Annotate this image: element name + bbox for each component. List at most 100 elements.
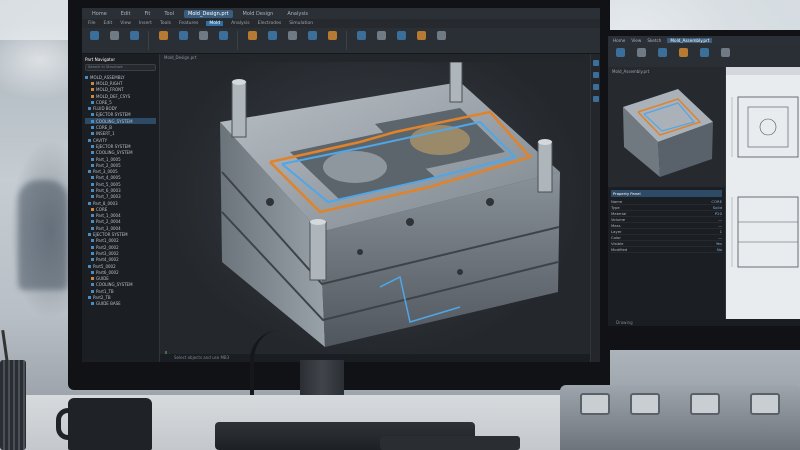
part-icon <box>88 170 91 174</box>
3d-viewport[interactable]: Mold_Design.prt <box>160 54 590 362</box>
ribbon-analysis-button[interactable] <box>413 31 429 49</box>
extrude-icon <box>158 31 168 40</box>
side-sketch-button[interactable] <box>633 48 649 66</box>
menu-item[interactable]: Features <box>179 21 198 26</box>
side-model-view[interactable]: Mold_Assembly.prt <box>608 67 725 187</box>
side-titlebar: Home View Sketch Mold_Assembly.prt <box>608 36 800 45</box>
tree-node-label: MOLD_FRONT <box>96 87 124 93</box>
property-key: Type <box>611 205 620 210</box>
menu-item[interactable]: Simulation <box>289 21 313 26</box>
main-screen: Home Edit Fit Tool Mold_Design.prt Mold Desig… <box>82 8 600 362</box>
part-icon <box>91 119 94 123</box>
tree-node-label: Part6_0002 <box>96 269 119 275</box>
ribbon-ejector-button[interactable] <box>264 31 280 49</box>
ribbon-section-button[interactable] <box>373 31 389 49</box>
menu-item[interactable]: Electrodes <box>258 21 282 26</box>
ribbon-open-button[interactable] <box>106 31 122 49</box>
tree-node-label: MOLD_ASSEMBLY <box>90 74 125 80</box>
main-ribbon <box>82 28 600 54</box>
side-drawing-button[interactable] <box>675 48 691 66</box>
menu-item[interactable]: Tools <box>160 21 171 26</box>
export-icon <box>720 48 730 57</box>
side-feature-button[interactable] <box>654 48 670 66</box>
property-value: P20 <box>714 211 722 216</box>
ribbon-pattern-button[interactable] <box>215 31 231 49</box>
property-key: Visible <box>611 241 624 246</box>
part-icon <box>88 233 91 237</box>
menu-item[interactable]: Edit <box>104 21 113 26</box>
ribbon-core-button[interactable] <box>304 31 320 49</box>
side-left-panel: Mold_Assembly.prt Property Panel Name COR… <box>608 67 726 326</box>
menu-item[interactable]: Analysis <box>231 21 250 26</box>
ribbon-hole-button[interactable] <box>195 31 211 49</box>
ribbon-settings-button[interactable] <box>433 31 449 49</box>
tree-search-input[interactable]: Search in Structure <box>85 64 156 71</box>
viewport-tab[interactable]: Mold_Design.prt <box>160 54 590 62</box>
machined-mold-part <box>560 385 800 450</box>
menu-item[interactable]: Insert <box>139 21 152 26</box>
ribbon-measure-button[interactable] <box>353 31 369 49</box>
titlebar-tab[interactable]: Analysis <box>283 10 312 18</box>
side-titlebar-tab[interactable]: Mold_Assembly.prt <box>667 38 713 43</box>
ribbon-save-button[interactable] <box>126 31 142 49</box>
ribbon-revolve-button[interactable] <box>175 31 191 49</box>
part-icon <box>91 88 94 92</box>
pan-icon[interactable] <box>592 84 599 90</box>
ribbon-extrude-button[interactable] <box>155 31 171 49</box>
side-status-bar: Drawing <box>608 319 800 326</box>
rotate-icon[interactable] <box>592 96 599 102</box>
tree-node-label: Part1_TB <box>96 288 114 294</box>
part-icon <box>91 188 94 192</box>
part-icon <box>91 176 94 180</box>
ribbon-cavity-button[interactable] <box>324 31 340 49</box>
part-icon <box>91 151 94 155</box>
property-panel-title: Property Panel <box>611 190 722 197</box>
titlebar-tab[interactable]: Mold Design <box>239 10 278 18</box>
part-navigator-title: Part Navigator <box>85 57 116 62</box>
tree-node-label: Part_3_0004 <box>96 225 121 231</box>
tree-node[interactable]: GUIDE BASE <box>85 301 156 307</box>
tree-node-label: Part_7_0003 <box>96 194 121 200</box>
ribbon-cooling-button[interactable] <box>244 31 260 49</box>
main-menubar: File Edit View Insert Tools Features Mold Analy… <box>82 19 600 28</box>
titlebar-tab[interactable]: Home <box>88 10 111 18</box>
menu-item[interactable]: Mold <box>206 21 224 26</box>
ribbon-separator <box>148 31 149 50</box>
titlebar-tab[interactable]: Mold_Design.prt <box>184 9 233 18</box>
property-rows: Name CORE Type Solid Material P20 Volume — Mass —… <box>611 199 722 253</box>
part-icon <box>91 100 94 104</box>
secondary-screen: Home View Sketch Mold_Assembly.prt Mold_Ass… <box>608 36 800 326</box>
titlebar-tab[interactable]: Tool <box>160 10 178 18</box>
ribbon-new-button[interactable] <box>86 31 102 49</box>
property-row[interactable]: Modified No <box>611 247 722 253</box>
tree-node-label: EJECTOR SYSTEM <box>96 143 131 149</box>
side-titlebar-tab[interactable]: View <box>631 38 641 43</box>
core-icon <box>307 31 317 40</box>
tree-node-label: EJECTOR SYSTEM <box>93 232 128 238</box>
side-dimension-button[interactable] <box>696 48 712 66</box>
tree-node-label: Part5_0002 <box>93 263 116 269</box>
property-value: Yes <box>715 241 722 246</box>
ribbon-render-button[interactable] <box>393 31 409 49</box>
part-icon <box>91 214 94 218</box>
main-titlebar: Home Edit Fit Tool Mold_Design.prt Mold Desig… <box>82 8 600 19</box>
view-cube-icon[interactable] <box>592 60 599 66</box>
property-value: 1 <box>719 229 722 234</box>
titlebar-tab[interactable]: Fit <box>140 10 154 18</box>
part-icon <box>91 126 94 130</box>
part-icon <box>91 239 94 243</box>
tree-node-label: Part_3_0005 <box>93 169 118 175</box>
menu-item[interactable]: View <box>120 21 131 26</box>
side-mold-thumbnail <box>623 89 713 177</box>
side-titlebar-tab[interactable]: Sketch <box>647 38 661 43</box>
mold-model[interactable] <box>160 62 592 362</box>
side-titlebar-tab[interactable]: Home <box>613 38 625 43</box>
menu-item[interactable]: File <box>88 21 96 26</box>
drawing-sheet[interactable] <box>726 67 800 326</box>
zoom-icon[interactable] <box>592 72 599 78</box>
ribbon-parting-button[interactable] <box>284 31 300 49</box>
titlebar-tab[interactable]: Edit <box>117 10 135 18</box>
side-export-button[interactable] <box>717 48 733 66</box>
part-icon <box>91 258 94 262</box>
side-home-button[interactable] <box>612 48 628 66</box>
